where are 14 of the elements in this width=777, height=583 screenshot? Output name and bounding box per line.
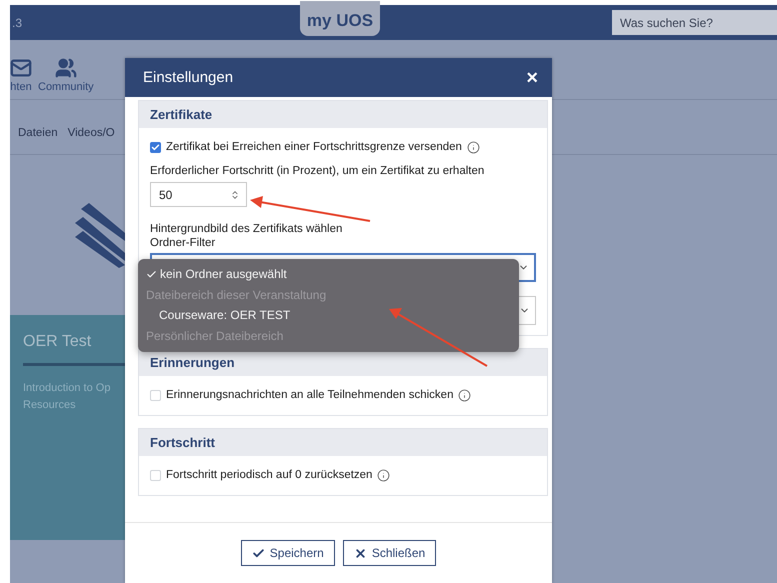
course-title: OER Test — [23, 333, 92, 351]
field-label: Ordner-Filter — [150, 237, 216, 249]
course-description: Introduction to Op — [23, 381, 110, 396]
section-title: Fortschritt — [150, 435, 215, 450]
checkbox-label: Erinnerungsnachrichten an alle Teilnehmenden schicken — [166, 389, 454, 401]
section-title: Zertifikate — [150, 107, 212, 122]
version-text: .3 — [12, 16, 22, 30]
dialog-title: Einstellungen — [143, 69, 234, 86]
checkbox-label: Zertifikat bei Erreichen einer Fortschrittsgrenze versenden — [166, 141, 462, 153]
section-title: Erinnerungen — [150, 355, 235, 370]
field-label: Erforderlicher Fortschritt (in Prozent), um ein Zertifikat zu erhalten — [150, 165, 486, 177]
field-label: Hintergrundbild des Zertifikats wählen — [150, 223, 344, 235]
course-description: Resources — [23, 398, 76, 413]
checkbox-label: Fortschritt periodisch auf 0 zurücksetzen — [166, 469, 372, 481]
